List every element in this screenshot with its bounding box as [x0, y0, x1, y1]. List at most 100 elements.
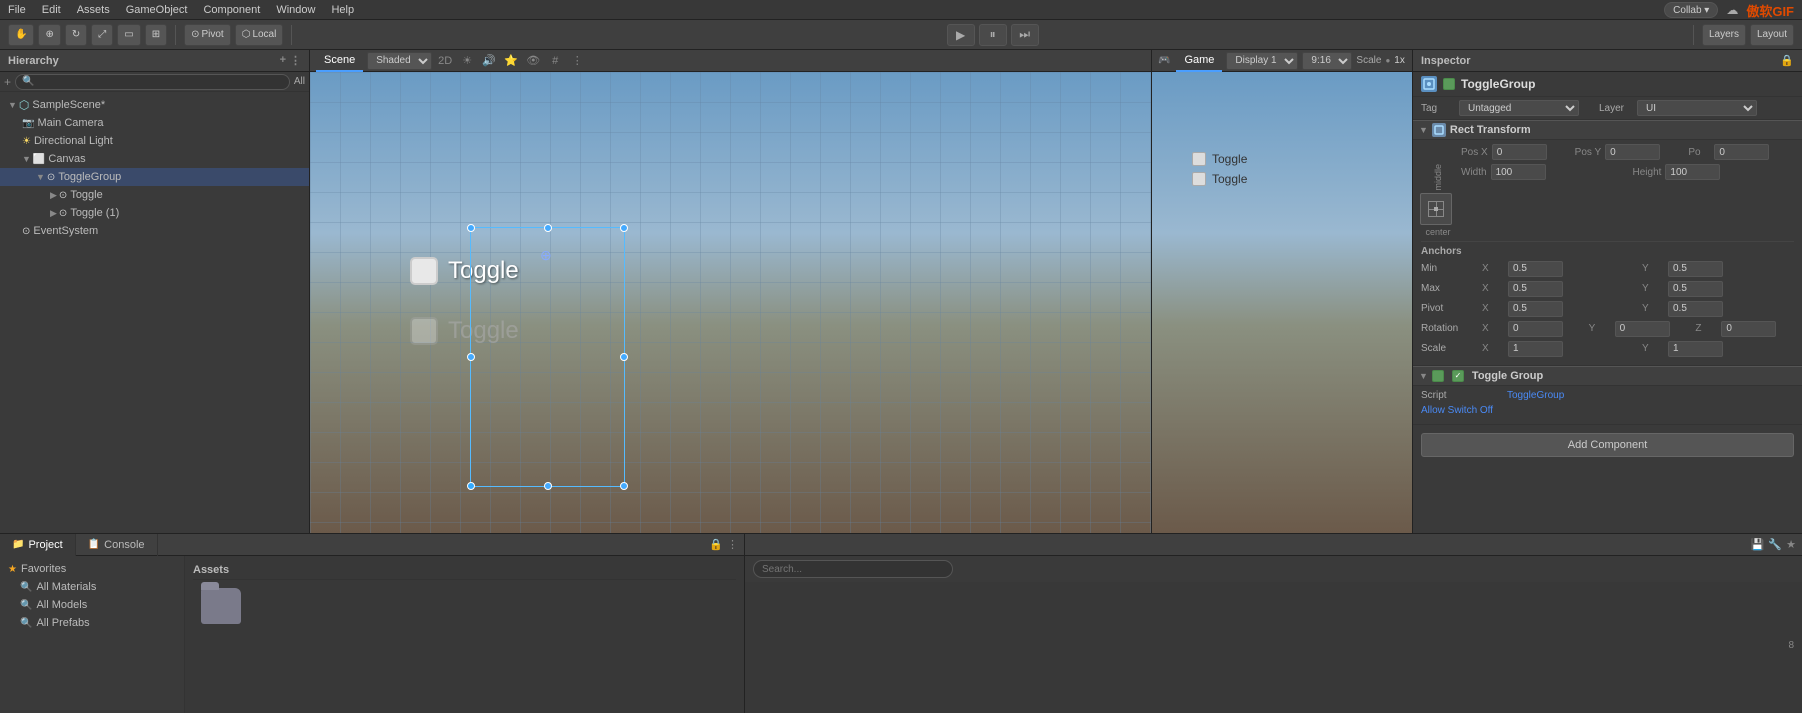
star-filter-btn[interactable]: ★ — [1786, 538, 1796, 551]
scene-audio-btn[interactable]: 🔊 — [480, 52, 498, 70]
game-display-dropdown[interactable]: Display 1 — [1226, 52, 1298, 70]
game-toolbar: 🎮 Game Display 1 9:16 Scale ● 1x Maximiz… — [1152, 50, 1412, 72]
hierarchy-item-samplescene[interactable]: ▼ ⬡ SampleScene* — [0, 96, 309, 114]
project-lock-btn[interactable]: 🔒 — [709, 538, 723, 551]
2d-btn[interactable]: 2D — [436, 52, 454, 70]
hierarchy-add-btn[interactable]: + — [280, 54, 286, 67]
min-y-input[interactable] — [1668, 261, 1723, 277]
pivot-y-input[interactable] — [1668, 301, 1723, 317]
menu-component[interactable]: Component — [203, 4, 260, 16]
toggle-group-content: Script ToggleGroup Allow Switch Off — [1413, 386, 1802, 425]
asset-search-input[interactable] — [753, 560, 953, 578]
project-more-btn[interactable]: ⋮ — [727, 538, 738, 551]
hierarchy-item-canvas[interactable]: ▼ ⬜ Canvas — [0, 150, 309, 168]
project-all-materials[interactable]: 🔍 All Materials — [0, 578, 184, 596]
game-tab[interactable]: Game — [1176, 50, 1222, 72]
rot-y-input[interactable] — [1615, 321, 1670, 337]
inspector-active-checkbox[interactable] — [1443, 78, 1455, 90]
scene-fx-btn[interactable]: ⭐ — [502, 52, 520, 70]
rt-size-row: Width Height — [1461, 164, 1794, 180]
filter-btn[interactable]: 🔧 — [1768, 538, 1782, 551]
move-tool-btn[interactable]: ⊕ — [38, 24, 60, 46]
rotate-tool-btn[interactable]: ↻ — [65, 24, 87, 46]
rect-tool-btn[interactable]: ▭ — [117, 24, 140, 46]
game-resolution-dropdown[interactable]: 9:16 — [1302, 52, 1352, 70]
project-favorites[interactable]: ★ Favorites — [0, 560, 184, 578]
hierarchy-all-btn[interactable]: All — [294, 76, 305, 87]
layout-btn[interactable]: Layout — [1750, 24, 1794, 46]
toggle-group-enabled-checkbox[interactable] — [1432, 370, 1444, 382]
inspector-component-name: ToggleGroup — [1461, 77, 1535, 91]
toggle-group-section-header[interactable]: ▼ ✓ Toggle Group — [1413, 366, 1802, 386]
tg-script-value[interactable]: ToggleGroup — [1507, 390, 1564, 401]
console-tab[interactable]: 📋 Console — [76, 534, 158, 556]
project-tab[interactable]: 📁 Project — [0, 534, 76, 556]
hierarchy-add-small[interactable]: + — [4, 75, 11, 89]
project-all-models[interactable]: 🔍 All Models — [0, 596, 184, 614]
menu-window[interactable]: Window — [276, 4, 315, 16]
hierarchy-item-directionallight[interactable]: ☀ Directional Light — [0, 132, 309, 150]
menu-edit[interactable]: Edit — [42, 4, 61, 16]
scale-tool-btn[interactable]: ⤢ — [91, 24, 113, 46]
pivot-y-axis: Y — [1642, 303, 1664, 314]
scale-y-input[interactable] — [1668, 341, 1723, 357]
hierarchy-search-input[interactable]: 🔍 — [15, 74, 290, 90]
rect-transform-section-header[interactable]: ▼ Rect Transform — [1413, 120, 1802, 140]
inspector-lock-btn[interactable]: 🔒 — [1780, 54, 1794, 67]
menu-assets[interactable]: Assets — [77, 4, 110, 16]
project-assets: Assets — [185, 556, 744, 713]
pivot-x-input[interactable] — [1508, 301, 1563, 317]
hierarchy-item-eventsystem[interactable]: ⊙ EventSystem — [0, 222, 309, 240]
pivot-handle[interactable]: ⊕ — [540, 247, 552, 264]
local-global-btn[interactable]: ⬡ Local — [235, 24, 284, 46]
hierarchy-item-toggle1[interactable]: ▶ ⊙ Toggle (1) — [0, 204, 309, 222]
step-button[interactable]: ⏭ — [1011, 24, 1039, 46]
project-all-prefabs[interactable]: 🔍 All Prefabs — [0, 614, 184, 632]
collab-button[interactable]: Collab ▾ — [1664, 2, 1718, 18]
allow-switch-off-link[interactable]: Allow Switch Off — [1421, 405, 1493, 416]
rot-z-input[interactable] — [1721, 321, 1776, 337]
watermark: 傲软GIF — [1746, 1, 1794, 20]
rot-z-axis: Z — [1695, 323, 1717, 334]
posz-input[interactable] — [1714, 144, 1769, 160]
hierarchy-more-btn[interactable]: ⋮ — [290, 54, 301, 67]
hierarchy-item-toggle[interactable]: ▶ ⊙ Toggle — [0, 186, 309, 204]
menu-gameobject[interactable]: GameObject — [126, 4, 188, 16]
layer-dropdown[interactable]: UI — [1637, 100, 1757, 116]
pivot-label: Pivot — [201, 29, 223, 40]
scene-grid-btn[interactable]: # — [546, 52, 564, 70]
layers-btn[interactable]: Layers — [1702, 24, 1746, 46]
scene-light-btn[interactable]: ☀ — [458, 52, 476, 70]
save-btn[interactable]: 💾 — [1751, 538, 1765, 551]
hierarchy-item-togglegroup[interactable]: ▼ ⊙ ToggleGroup — [0, 168, 309, 186]
max-y-input[interactable] — [1668, 281, 1723, 297]
pause-button[interactable]: ⏸ — [979, 24, 1007, 46]
hierarchy-item-maincamera[interactable]: 📷 Main Camera — [0, 114, 309, 132]
scene-hidden-btn[interactable]: 👁 — [524, 52, 542, 70]
scale-x-input[interactable] — [1508, 341, 1563, 357]
tag-dropdown[interactable]: Untagged — [1459, 100, 1579, 116]
anchors-min-row: Min X Y — [1421, 261, 1794, 277]
posy-input[interactable] — [1605, 144, 1660, 160]
menu-help[interactable]: Help — [331, 4, 354, 16]
anchor-preset-btn[interactable] — [1420, 193, 1452, 225]
posy-axis: Pos Y — [1575, 147, 1602, 158]
menu-file[interactable]: File — [8, 4, 26, 16]
scene-tab[interactable]: Scene — [316, 50, 363, 72]
posx-input[interactable] — [1492, 144, 1547, 160]
max-x-input[interactable] — [1508, 281, 1563, 297]
project-console-panel: 📁 Project 📋 Console 🔒 ⋮ ★ Favorites 🔍 — [0, 534, 745, 713]
sep1 — [175, 25, 176, 45]
min-x-input[interactable] — [1508, 261, 1563, 277]
hand-tool-btn[interactable]: ✋ — [8, 24, 34, 46]
scene-more-btn[interactable]: ⋮ — [568, 52, 586, 70]
play-button[interactable]: ▶ — [947, 24, 975, 46]
asset-folder-item[interactable] — [193, 588, 249, 624]
add-component-button[interactable]: Add Component — [1421, 433, 1794, 457]
rot-x-input[interactable] — [1508, 321, 1563, 337]
transform-tool-btn[interactable]: ⊞ — [145, 24, 167, 46]
width-input[interactable] — [1491, 164, 1546, 180]
pivot-toggle-btn[interactable]: ⊙ Pivot — [184, 24, 231, 46]
height-input[interactable] — [1665, 164, 1720, 180]
shading-dropdown[interactable]: Shaded — [367, 52, 432, 70]
